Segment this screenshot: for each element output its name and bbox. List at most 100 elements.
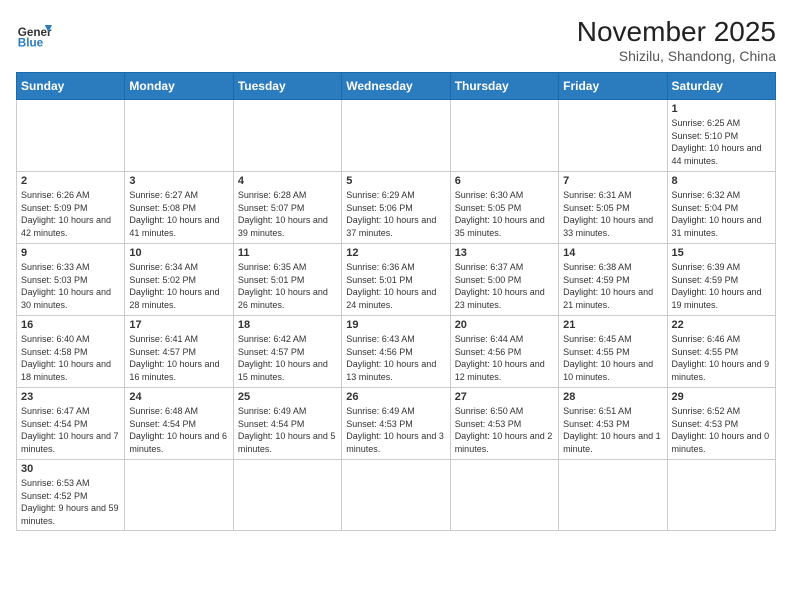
calendar-cell: 12Sunrise: 6:36 AM Sunset: 5:01 PM Dayli…: [342, 244, 450, 316]
day-info: Sunrise: 6:46 AM Sunset: 4:55 PM Dayligh…: [672, 333, 771, 383]
calendar-cell: 5Sunrise: 6:29 AM Sunset: 5:06 PM Daylig…: [342, 172, 450, 244]
calendar-cell: 23 Sunrise: 6:47 AM Sunset: 4:54 PM Dayli…: [17, 388, 125, 460]
calendar-week-row: 16 Sunrise: 6:40 AM Sunset: 4:58 PM Dayli…: [17, 316, 776, 388]
day-info: Sunrise: 6:41 AM Sunset: 4:57 PM Dayligh…: [129, 333, 228, 383]
day-info: Sunrise: 6:39 AM Sunset: 4:59 PM Dayligh…: [672, 261, 771, 311]
calendar-cell: 25 Sunrise: 6:49 AM Sunset: 4:54 PM Dayli…: [233, 388, 341, 460]
calendar-week-row: 23 Sunrise: 6:47 AM Sunset: 4:54 PM Dayli…: [17, 388, 776, 460]
day-number: 30: [21, 463, 120, 475]
day-number: 4: [238, 175, 337, 187]
calendar-cell: [559, 460, 667, 531]
calendar-cell: 10Sunrise: 6:34 AM Sunset: 5:02 PM Dayli…: [125, 244, 233, 316]
calendar-cell: 15 Sunrise: 6:39 AM Sunset: 4:59 PM Dayli…: [667, 244, 775, 316]
weekday-header-row: SundayMondayTuesdayWednesdayThursdayFrid…: [17, 73, 776, 100]
weekday-header-sunday: Sunday: [17, 73, 125, 100]
day-number: 17: [129, 319, 228, 331]
calendar-cell: 24Sunrise: 6:48 AM Sunset: 4:54 PM Dayli…: [125, 388, 233, 460]
day-number: 29: [672, 391, 771, 403]
day-info: Sunrise: 6:51 AM Sunset: 4:53 PM Dayligh…: [563, 405, 662, 455]
logo: General Blue: [16, 16, 52, 52]
calendar-cell: [125, 100, 233, 172]
page-header: General Blue November 2025 Shizilu, Shan…: [16, 16, 776, 64]
day-info: Sunrise: 6:40 AM Sunset: 4:58 PM Dayligh…: [21, 333, 120, 383]
day-info: Sunrise: 6:25 AM Sunset: 5:10 PM Dayligh…: [672, 117, 771, 167]
weekday-header-tuesday: Tuesday: [233, 73, 341, 100]
day-info: Sunrise: 6:38 AM Sunset: 4:59 PM Dayligh…: [563, 261, 662, 311]
weekday-header-wednesday: Wednesday: [342, 73, 450, 100]
day-number: 3: [129, 175, 228, 187]
calendar-cell: 22 Sunrise: 6:46 AM Sunset: 4:55 PM Dayli…: [667, 316, 775, 388]
day-number: 28: [563, 391, 662, 403]
calendar-cell: [342, 460, 450, 531]
day-number: 22: [672, 319, 771, 331]
calendar-cell: 18Sunrise: 6:42 AM Sunset: 4:57 PM Dayli…: [233, 316, 341, 388]
day-info: Sunrise: 6:28 AM Sunset: 5:07 PM Dayligh…: [238, 189, 337, 239]
calendar-cell: 7Sunrise: 6:31 AM Sunset: 5:05 PM Daylig…: [559, 172, 667, 244]
day-info: Sunrise: 6:29 AM Sunset: 5:06 PM Dayligh…: [346, 189, 445, 239]
day-number: 2: [21, 175, 120, 187]
day-info: Sunrise: 6:31 AM Sunset: 5:05 PM Dayligh…: [563, 189, 662, 239]
day-number: 11: [238, 247, 337, 259]
day-info: Sunrise: 6:48 AM Sunset: 4:54 PM Dayligh…: [129, 405, 228, 455]
day-number: 13: [455, 247, 554, 259]
calendar-cell: 26 Sunrise: 6:49 AM Sunset: 4:53 PM Dayli…: [342, 388, 450, 460]
day-number: 25: [238, 391, 337, 403]
day-number: 23: [21, 391, 120, 403]
calendar-cell: 11 Sunrise: 6:35 AM Sunset: 5:01 PM Dayli…: [233, 244, 341, 316]
calendar-cell: 30 Sunrise: 6:53 AM Sunset: 4:52 PM Dayli…: [17, 460, 125, 531]
calendar-week-row: 30 Sunrise: 6:53 AM Sunset: 4:52 PM Dayli…: [17, 460, 776, 531]
calendar-cell: 2Sunrise: 6:26 AM Sunset: 5:09 PM Daylig…: [17, 172, 125, 244]
calendar-cell: 29 Sunrise: 6:52 AM Sunset: 4:53 PM Dayli…: [667, 388, 775, 460]
day-number: 20: [455, 319, 554, 331]
day-number: 21: [563, 319, 662, 331]
day-number: 14: [563, 247, 662, 259]
month-year-title: November 2025: [577, 16, 776, 48]
day-info: Sunrise: 6:44 AM Sunset: 4:56 PM Dayligh…: [455, 333, 554, 383]
calendar-cell: [233, 100, 341, 172]
calendar-cell: 16 Sunrise: 6:40 AM Sunset: 4:58 PM Dayli…: [17, 316, 125, 388]
weekday-header-monday: Monday: [125, 73, 233, 100]
calendar-cell: 13Sunrise: 6:37 AM Sunset: 5:00 PM Dayli…: [450, 244, 558, 316]
day-number: 27: [455, 391, 554, 403]
calendar-cell: 28 Sunrise: 6:51 AM Sunset: 4:53 PM Dayli…: [559, 388, 667, 460]
day-number: 9: [21, 247, 120, 259]
calendar-table: SundayMondayTuesdayWednesdayThursdayFrid…: [16, 72, 776, 531]
day-info: Sunrise: 6:33 AM Sunset: 5:03 PM Dayligh…: [21, 261, 120, 311]
calendar-cell: [450, 100, 558, 172]
calendar-cell: [559, 100, 667, 172]
calendar-cell: [233, 460, 341, 531]
day-info: Sunrise: 6:52 AM Sunset: 4:53 PM Dayligh…: [672, 405, 771, 455]
day-number: 26: [346, 391, 445, 403]
day-info: Sunrise: 6:47 AM Sunset: 4:54 PM Dayligh…: [21, 405, 120, 455]
calendar-cell: 20 Sunrise: 6:44 AM Sunset: 4:56 PM Dayli…: [450, 316, 558, 388]
day-info: Sunrise: 6:53 AM Sunset: 4:52 PM Dayligh…: [21, 477, 120, 527]
calendar-cell: 27 Sunrise: 6:50 AM Sunset: 4:53 PM Dayli…: [450, 388, 558, 460]
day-number: 8: [672, 175, 771, 187]
calendar-week-row: 9 Sunrise: 6:33 AM Sunset: 5:03 PM Daylig…: [17, 244, 776, 316]
day-info: Sunrise: 6:45 AM Sunset: 4:55 PM Dayligh…: [563, 333, 662, 383]
svg-text:Blue: Blue: [18, 37, 44, 50]
day-number: 10: [129, 247, 228, 259]
day-number: 15: [672, 247, 771, 259]
day-info: Sunrise: 6:49 AM Sunset: 4:53 PM Dayligh…: [346, 405, 445, 455]
weekday-header-thursday: Thursday: [450, 73, 558, 100]
calendar-cell: [450, 460, 558, 531]
calendar-cell: 1Sunrise: 6:25 AM Sunset: 5:10 PM Daylig…: [667, 100, 775, 172]
day-info: Sunrise: 6:50 AM Sunset: 4:53 PM Dayligh…: [455, 405, 554, 455]
day-number: 16: [21, 319, 120, 331]
calendar-week-row: 2Sunrise: 6:26 AM Sunset: 5:09 PM Daylig…: [17, 172, 776, 244]
location-subtitle: Shizilu, Shandong, China: [577, 48, 776, 64]
day-info: Sunrise: 6:27 AM Sunset: 5:08 PM Dayligh…: [129, 189, 228, 239]
calendar-cell: 4 Sunrise: 6:28 AM Sunset: 5:07 PM Daylig…: [233, 172, 341, 244]
calendar-cell: [17, 100, 125, 172]
calendar-cell: 9 Sunrise: 6:33 AM Sunset: 5:03 PM Daylig…: [17, 244, 125, 316]
calendar-cell: 3 Sunrise: 6:27 AM Sunset: 5:08 PM Daylig…: [125, 172, 233, 244]
calendar-cell: 6Sunrise: 6:30 AM Sunset: 5:05 PM Daylig…: [450, 172, 558, 244]
day-info: Sunrise: 6:35 AM Sunset: 5:01 PM Dayligh…: [238, 261, 337, 311]
logo-icon: General Blue: [16, 16, 52, 52]
weekday-header-friday: Friday: [559, 73, 667, 100]
day-number: 12: [346, 247, 445, 259]
calendar-cell: 14 Sunrise: 6:38 AM Sunset: 4:59 PM Dayli…: [559, 244, 667, 316]
calendar-cell: [667, 460, 775, 531]
day-info: Sunrise: 6:49 AM Sunset: 4:54 PM Dayligh…: [238, 405, 337, 455]
